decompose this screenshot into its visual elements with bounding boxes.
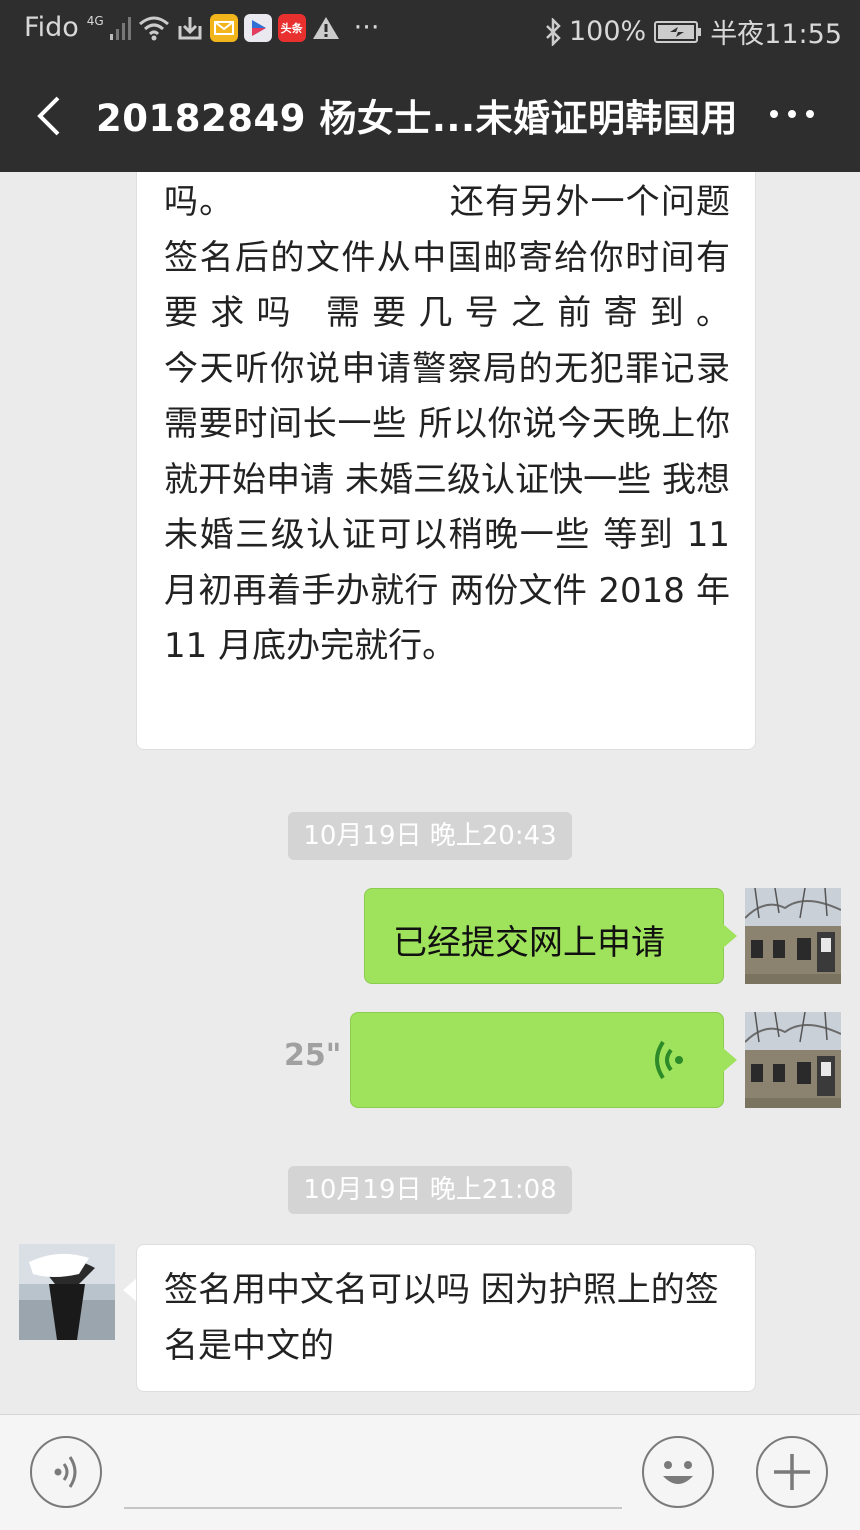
message-bubble-received[interactable]: 签名用中文名可以吗 因为护照上的签名是中文的 (136, 1244, 756, 1392)
wifi-icon (138, 15, 170, 41)
input-bar (0, 1414, 860, 1530)
clock: 半夜11:55 (710, 19, 842, 50)
battery-percent: 100% (568, 16, 647, 47)
voice-wave-icon (655, 1040, 683, 1080)
status-bar: Fido 4G 头条 ··· 100% 半夜11:55 (0, 0, 860, 60)
voice-icon (54, 1456, 77, 1488)
emoji-button[interactable] (642, 1436, 714, 1508)
download-icon (176, 14, 204, 42)
video-app-icon (243, 13, 272, 42)
bluetooth-icon (545, 17, 561, 46)
network-type: 4G (86, 13, 104, 28)
status-right: 100% 半夜11:55 (545, 12, 842, 51)
more-dots-icon (770, 110, 814, 118)
more-options-button[interactable] (766, 102, 818, 126)
bubble-tail (723, 1048, 737, 1072)
status-left: Fido 4G 头条 ··· (24, 12, 379, 43)
battery-icon (654, 20, 702, 43)
message-bubble-sent[interactable]: 已经提交网上申请 (364, 888, 724, 984)
chat-title: 20182849 杨女士...未婚证明韩国用 (96, 97, 739, 140)
chat-header: 20182849 杨女士...未婚证明韩国用 (0, 60, 860, 172)
back-button[interactable] (28, 94, 72, 138)
message-text: 签名用中文名可以吗 因为护照上的签名是中文的 (164, 1270, 719, 1366)
house-photo-icon (745, 888, 841, 984)
warning-icon (312, 15, 340, 41)
voice-message-bubble[interactable] (350, 1012, 724, 1108)
bubble-tail (723, 924, 737, 948)
timestamp: 10月19日 晚上20:43 (288, 812, 572, 860)
message-bubble-received[interactable]: 吗。 还有另外一个问题 签名后的文件从中国邮寄给你时间有要求吗 需要几号之前寄到… (136, 172, 756, 750)
timestamp: 10月19日 晚上21:08 (288, 1166, 572, 1214)
bubble-tail (123, 1278, 137, 1302)
my-avatar[interactable] (745, 1012, 841, 1108)
toutiao-label: 头条 (280, 21, 303, 35)
contact-avatar[interactable] (19, 1244, 115, 1340)
plus-icon (774, 1454, 810, 1490)
voice-duration: 25" (284, 1038, 342, 1073)
carrier-label: Fido (24, 12, 79, 43)
voice-input-button[interactable] (30, 1436, 102, 1508)
toutiao-app-icon: 头条 (277, 13, 306, 42)
contact-photo-icon (19, 1244, 115, 1340)
smiley-icon (663, 1461, 693, 1484)
more-notifications-icon: ··· (353, 12, 380, 43)
my-avatar[interactable] (745, 888, 841, 984)
signal-icon (109, 16, 132, 40)
chevron-left-icon (37, 96, 60, 136)
more-functions-button[interactable] (756, 1436, 828, 1508)
message-input[interactable] (124, 1507, 622, 1509)
chat-area[interactable]: 吗。 还有另外一个问题 签名后的文件从中国邮寄给你时间有要求吗 需要几号之前寄到… (0, 172, 860, 1414)
mail-icon (209, 13, 238, 42)
message-text: 吗。 还有另外一个问题 签名后的文件从中国邮寄给你时间有要求吗 需要几号之前寄到… (164, 182, 730, 666)
message-text: 已经提交网上申请 (393, 923, 665, 963)
house-photo-icon (745, 1012, 841, 1108)
